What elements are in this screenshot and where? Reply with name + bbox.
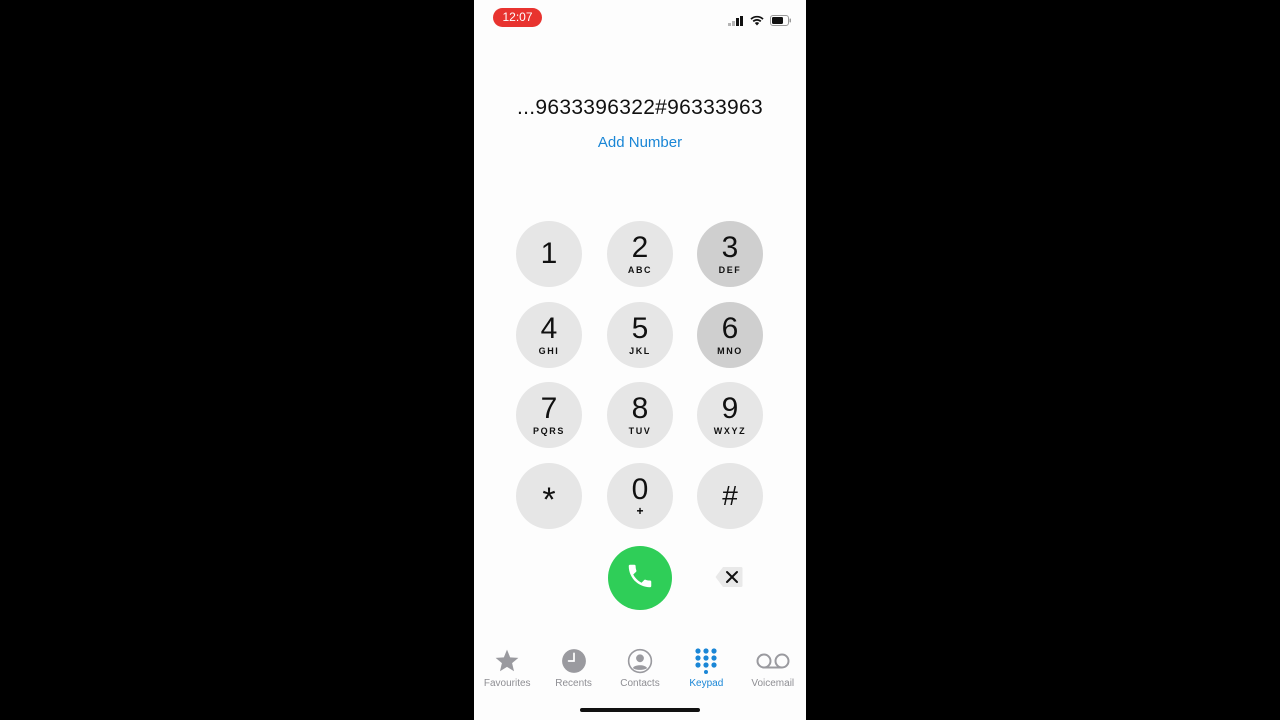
tab-label: Favourites: [483, 678, 531, 689]
key-letters: JKL: [629, 346, 651, 356]
backspace-icon: [715, 567, 743, 592]
tab-label: Contacts: [620, 678, 660, 689]
key-3[interactable]: 3 DEF: [697, 221, 763, 287]
add-number-link[interactable]: Add Number: [474, 134, 806, 151]
key-4[interactable]: 4 GHI: [516, 302, 582, 368]
key-digit: 7: [540, 392, 558, 425]
key-digit: *: [542, 481, 556, 519]
key-letters: +: [636, 504, 644, 518]
phone-icon: [625, 561, 655, 596]
key-6[interactable]: 6 MNO: [697, 302, 763, 368]
key-letters: DEF: [718, 265, 742, 275]
tab-favourites[interactable]: Favourites: [474, 645, 540, 695]
star-icon: [494, 645, 520, 677]
cellular-signal-icon: [728, 13, 744, 31]
battery-icon: [770, 13, 792, 31]
tab-recents[interactable]: Recents: [541, 645, 607, 695]
dialed-number: ...9633396322#96333963: [516, 96, 763, 119]
key-star[interactable]: *: [516, 463, 582, 529]
key-digit: 4: [540, 312, 558, 345]
key-5[interactable]: 5 JKL: [607, 302, 673, 368]
key-digit: 8: [631, 392, 649, 425]
key-0[interactable]: 0 +: [607, 463, 673, 529]
key-digit: 1: [540, 237, 558, 270]
keypad-icon: [694, 645, 718, 677]
key-digit: 2: [631, 231, 649, 264]
key-letters: PQRS: [533, 426, 565, 436]
wifi-icon: [750, 13, 764, 31]
phone-screen: 12:07 ...9633396322#96333963 Add Number …: [474, 0, 806, 720]
tab-label: Recents: [555, 678, 592, 689]
tab-voicemail[interactable]: Voicemail: [740, 645, 806, 695]
person-icon: [627, 645, 653, 677]
key-digit: 6: [721, 312, 739, 345]
key-digit: 3: [721, 231, 739, 264]
tab-label: Voicemail: [751, 678, 795, 689]
tab-contacts[interactable]: Contacts: [607, 645, 673, 695]
key-digit: 5: [631, 312, 649, 345]
key-letters: TUV: [628, 426, 652, 436]
key-letters: MNO: [717, 346, 743, 356]
key-9[interactable]: 9 WXYZ: [697, 382, 763, 448]
call-button[interactable]: [608, 546, 672, 610]
voicemail-icon: [756, 645, 790, 677]
tab-label: Keypad: [689, 678, 724, 689]
key-digit: #: [722, 480, 738, 511]
status-time[interactable]: 12:07: [493, 8, 542, 27]
key-1[interactable]: 1: [516, 221, 582, 287]
home-indicator[interactable]: [580, 708, 700, 712]
clock-icon: [561, 645, 587, 677]
key-digit: 0: [631, 473, 649, 506]
key-hash[interactable]: #: [697, 463, 763, 529]
key-8[interactable]: 8 TUV: [607, 382, 673, 448]
key-letters: GHI: [538, 346, 560, 356]
key-letters: WXYZ: [713, 426, 747, 436]
tab-bar: Favourites Recents Contacts Keypad Voice…: [474, 645, 806, 695]
key-digit: 9: [721, 392, 739, 425]
key-letters: ABC: [627, 265, 653, 275]
delete-button[interactable]: [715, 566, 743, 588]
status-icons: [728, 13, 792, 31]
key-7[interactable]: 7 PQRS: [516, 382, 582, 448]
key-2[interactable]: 2 ABC: [607, 221, 673, 287]
tab-keypad[interactable]: Keypad: [673, 645, 739, 695]
